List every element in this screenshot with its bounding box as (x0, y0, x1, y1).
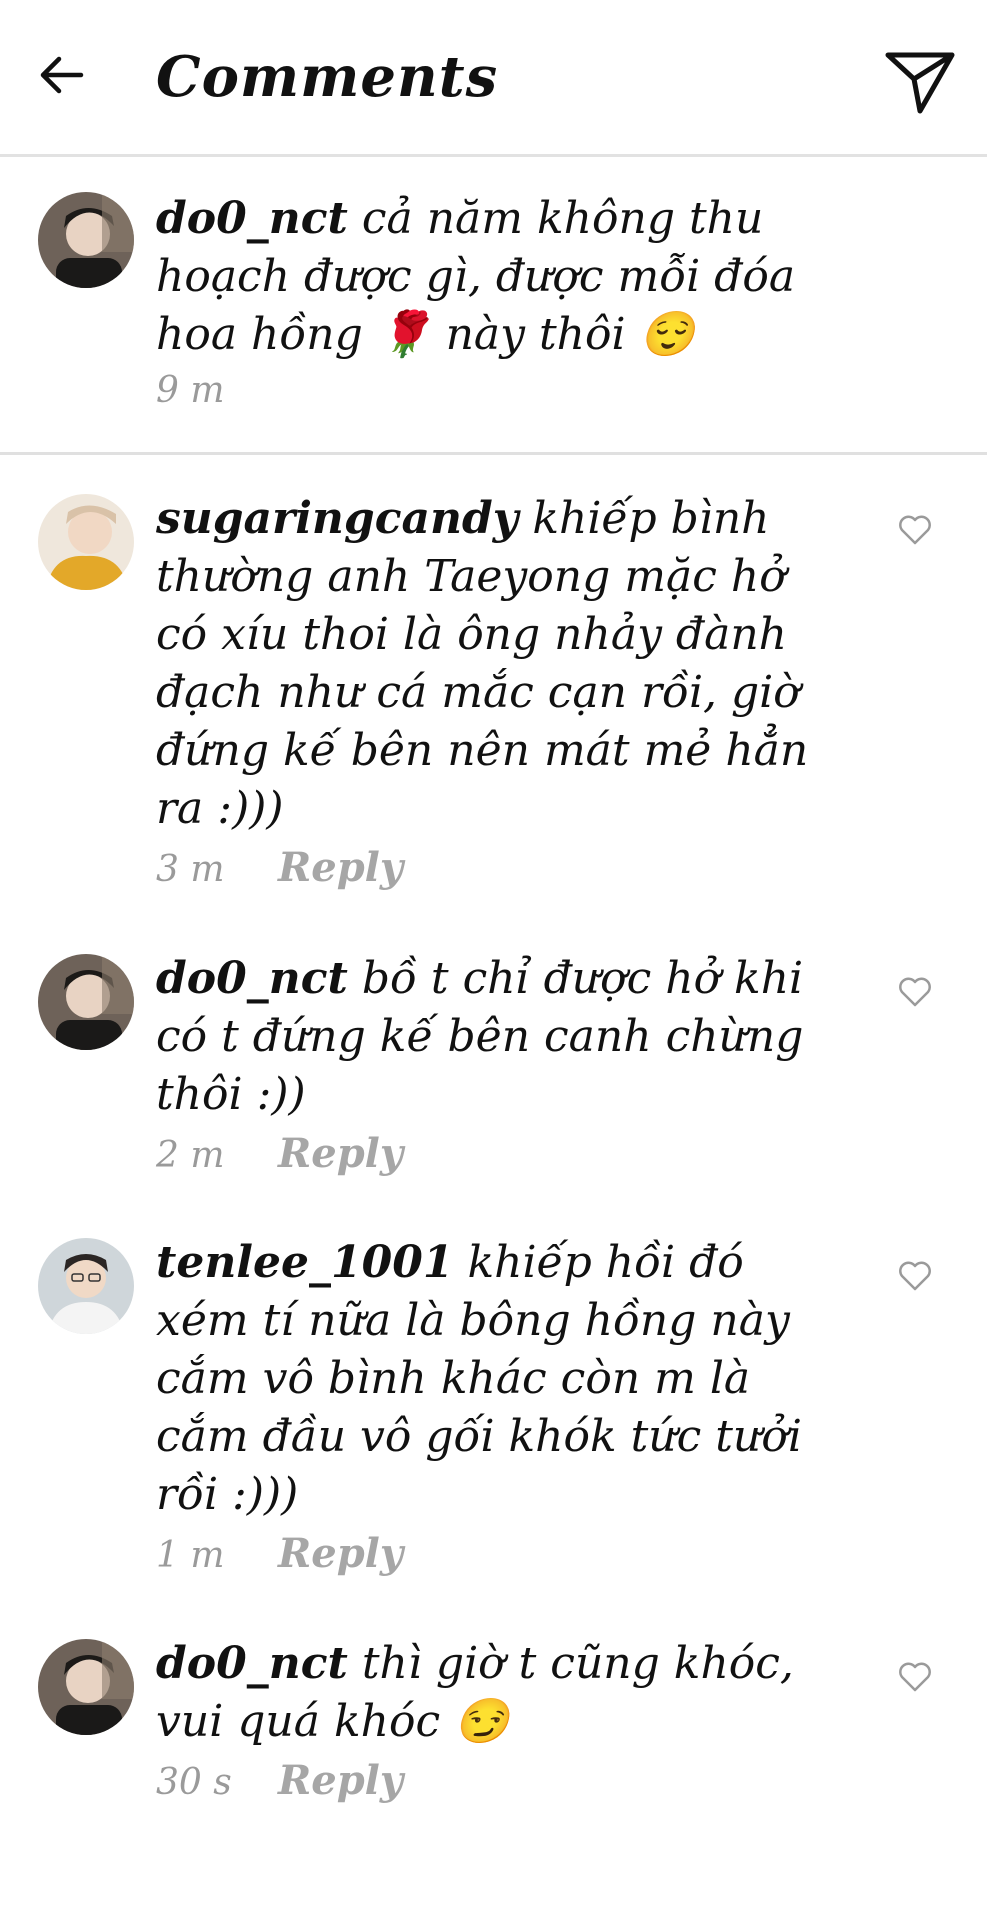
comment-username[interactable]: tenlee_1001 (156, 1237, 453, 1288)
send-paper-plane-icon (885, 52, 955, 114)
comment-username[interactable]: do0_nct (156, 953, 348, 1004)
heart-icon (899, 515, 931, 545)
heart-icon (899, 977, 931, 1007)
caption-username[interactable]: do0_nct (156, 193, 348, 244)
comment-username[interactable]: do0_nct (156, 1638, 348, 1689)
comment-timestamp: 1 m (156, 1535, 225, 1576)
like-button[interactable] (895, 1657, 935, 1697)
comment-text: tenlee_1001 khiếp hồi đó xém tí nữa là b… (156, 1234, 846, 1524)
like-button[interactable] (895, 510, 935, 550)
comment-timestamp: 30 s (156, 1762, 232, 1803)
reply-button[interactable]: Reply (278, 1130, 403, 1177)
comment-text: do0_nct thì giờ t cũng khóc, vui quá khó… (156, 1635, 846, 1751)
comment-message: khiếp bình thường anh Taeyong mặc hở có … (156, 493, 809, 834)
avatar[interactable] (38, 1639, 134, 1735)
back-button[interactable] (28, 42, 94, 108)
page-title: Comments (156, 44, 499, 110)
reply-button[interactable]: Reply (278, 844, 403, 891)
avatar[interactable] (38, 192, 134, 288)
comment-timestamp: 3 m (156, 849, 225, 890)
avatar[interactable] (38, 494, 134, 590)
comment-timestamp: 2 m (156, 1135, 225, 1176)
like-button[interactable] (895, 1256, 935, 1296)
avatar[interactable] (38, 954, 134, 1050)
caption-text: do0_nct cả năm không thu hoạch được gì, … (156, 190, 846, 364)
back-arrow-icon (40, 56, 84, 94)
reply-button[interactable]: Reply (278, 1530, 403, 1577)
avatar[interactable] (38, 1238, 134, 1334)
post-caption: do0_nct cả năm không thu hoạch được gì, … (0, 160, 987, 455)
heart-icon (899, 1662, 931, 1692)
comment-text: sugaringcandy khiếp bình thường anh Taey… (156, 490, 846, 838)
send-button[interactable] (882, 44, 958, 120)
caption-timestamp: 9 m (156, 370, 225, 411)
comment-text: do0_nct bồ t chỉ được hở khi có t đứng k… (156, 950, 846, 1124)
heart-icon (899, 1261, 931, 1291)
like-button[interactable] (895, 972, 935, 1012)
top-app-bar: Comments (0, 0, 987, 157)
comment-username[interactable]: sugaringcandy (156, 493, 518, 544)
reply-button[interactable]: Reply (278, 1757, 403, 1804)
